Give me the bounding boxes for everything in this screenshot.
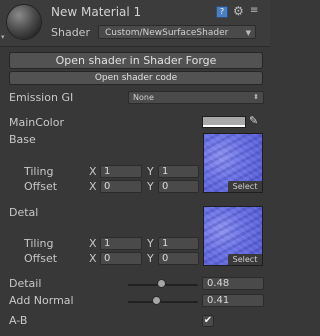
a-b-label: A-B [9, 314, 28, 327]
detal-tiling-x-field[interactable]: 1 [100, 237, 142, 250]
base-select-button[interactable]: Select [228, 181, 262, 192]
detail-value-field[interactable]: 0.48 [202, 277, 264, 290]
detal-tiling-label: Tiling [24, 237, 54, 250]
shader-dropdown-value: Custom/NewSurfaceShader [105, 28, 229, 38]
base-texture-label: Base [9, 133, 36, 146]
open-shader-code-button[interactable]: Open shader code [9, 71, 263, 85]
eyedropper-icon[interactable]: ✎ [249, 114, 263, 128]
material-name: New Material 1 [51, 5, 142, 19]
foldout-icon[interactable]: ▾ [1, 33, 5, 41]
shader-dropdown[interactable]: Custom/NewSurfaceShader ▼ [98, 25, 256, 39]
main-color-swatch[interactable] [202, 116, 246, 128]
material-sphere-icon [7, 5, 41, 39]
detal-texture-label: Detal [9, 206, 39, 219]
base-tiling-x-field[interactable]: 1 [100, 165, 142, 178]
detal-tiling-x-label: X [89, 237, 97, 250]
main-color-label: MainColor [9, 116, 64, 129]
add-normal-slider-track[interactable] [128, 301, 198, 303]
detal-offset-label: Offset [24, 252, 58, 265]
base-offset-y-label: Y [147, 180, 154, 193]
shader-label: Shader [51, 26, 90, 39]
base-offset-x-label: X [89, 180, 97, 193]
add-normal-slider-thumb[interactable] [152, 296, 162, 305]
book-icon[interactable]: ? [216, 6, 228, 18]
add-normal-slider-label: Add Normal [9, 294, 74, 307]
context-menu-icon[interactable]: ≡ [250, 6, 260, 16]
base-tiling-y-label: Y [147, 165, 154, 178]
detal-select-button[interactable]: Select [228, 254, 262, 265]
alpha-bar [203, 125, 245, 127]
detal-offset-x-label: X [89, 252, 97, 265]
detal-tiling-y-label: Y [147, 237, 154, 250]
detal-offset-y-field[interactable]: 0 [158, 252, 199, 265]
dropdown-arrows-icon: ⬍ [253, 93, 259, 101]
base-offset-x-field[interactable]: 0 [100, 180, 142, 193]
add-normal-value-field[interactable]: 0.41 [202, 294, 264, 307]
detail-slider-thumb[interactable] [157, 279, 167, 288]
emission-gi-label: Emission GI [9, 91, 74, 104]
open-shader-forge-button[interactable]: Open shader in Shader Forge [9, 52, 263, 69]
base-tiling-x-label: X [89, 165, 97, 178]
base-offset-label: Offset [24, 180, 58, 193]
base-tiling-label: Tiling [24, 165, 54, 178]
detal-texture-slot[interactable]: Select [203, 206, 263, 266]
a-b-checkbox[interactable]: ✔ [202, 315, 214, 327]
base-offset-y-field[interactable]: 0 [158, 180, 199, 193]
base-tiling-y-field[interactable]: 1 [158, 165, 199, 178]
base-texture-slot[interactable]: Select [203, 133, 263, 193]
emission-gi-dropdown[interactable]: None ⬍ [128, 91, 264, 104]
detail-slider-label: Detail [9, 277, 42, 290]
detal-offset-y-label: Y [147, 252, 154, 265]
emission-gi-value: None [133, 93, 154, 102]
detal-offset-x-field[interactable]: 0 [100, 252, 142, 265]
chevron-down-icon: ▼ [245, 29, 251, 37]
detal-tiling-y-field[interactable]: 1 [158, 237, 199, 250]
gear-icon[interactable]: ⚙ [233, 5, 244, 17]
